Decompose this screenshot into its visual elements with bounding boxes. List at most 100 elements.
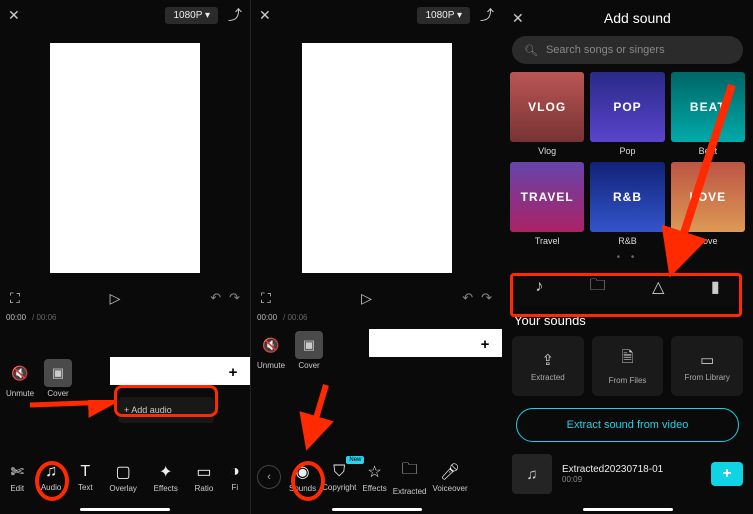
ratio-icon: ▭: [196, 462, 211, 482]
redo-icon[interactable]: ↷: [229, 290, 240, 306]
genre-tag: POP: [613, 100, 641, 114]
filter-icon: ◑: [230, 463, 240, 481]
export-icon[interactable]: ⤴: [480, 5, 494, 25]
add-clip-button[interactable]: +: [222, 361, 244, 383]
cover-button[interactable]: [44, 359, 72, 387]
toolbar-overlay[interactable]: ▢Overlay: [109, 462, 137, 493]
toolbar-extracted[interactable]: 🗀Extracted: [393, 458, 427, 496]
toolbar-extracted-label: Extracted: [393, 487, 427, 496]
search-placeholder: Search songs or singers: [546, 44, 665, 56]
text-icon: T: [80, 463, 90, 481]
source-extracted[interactable]: ⇪ Extracted: [512, 336, 584, 396]
unmute-label: Unmute: [6, 389, 34, 398]
blank-canvas: [50, 43, 200, 273]
flame-tab-icon[interactable]: △: [652, 277, 664, 297]
toolbar-copyright[interactable]: New⛉Copyright: [322, 463, 356, 492]
home-indicator: [80, 508, 170, 511]
redo-icon[interactable]: ↷: [481, 290, 492, 306]
resolution-button[interactable]: 1080P ▾: [417, 7, 470, 24]
genre-tag: VLOG: [528, 100, 566, 114]
timecode-total: / 00:06: [283, 313, 307, 322]
cover-label: Cover: [298, 361, 319, 370]
cover-button[interactable]: [295, 331, 323, 359]
toolbar-audio[interactable]: ♫Audio: [41, 463, 61, 492]
toolbar-ratio-label: Ratio: [195, 484, 214, 493]
fullscreen-icon[interactable]: ⛶: [261, 290, 271, 307]
sparkle-icon: ✦: [159, 462, 172, 482]
toolbar-voiceover-label: Voiceover: [433, 484, 468, 493]
genre-tag: R&B: [613, 190, 642, 204]
disc-icon: ◉: [296, 462, 310, 482]
toolbar-effects[interactable]: ☆ Effects: [362, 462, 386, 493]
tiktok-tab-icon[interactable]: ♪: [535, 278, 543, 296]
folder-tab-icon[interactable]: 🗀: [590, 274, 606, 301]
add-track-button[interactable]: +: [711, 462, 743, 486]
extract-sound-button[interactable]: Extract sound from video: [516, 408, 739, 442]
genre-card-beat[interactable]: BEATBeat: [671, 72, 745, 156]
toolbar-edit-label: Edit: [10, 484, 24, 493]
back-button[interactable]: ‹: [257, 465, 281, 489]
toolbar-ratio[interactable]: ▭ Ratio: [195, 462, 214, 493]
new-badge: New: [346, 456, 364, 464]
toolbar-audio-label: Audio: [41, 483, 61, 492]
genre-label: Beat: [699, 146, 718, 156]
source-from-library[interactable]: ▭From Library: [671, 336, 743, 396]
toolbar-text[interactable]: T Text: [78, 463, 93, 492]
genre-card-travel[interactable]: TRAVEL Travel: [510, 162, 584, 246]
toolbar-sounds[interactable]: ◉ Sounds: [289, 462, 316, 493]
genre-card-love[interactable]: LOVELove: [671, 162, 745, 246]
fullscreen-icon[interactable]: ⛶: [10, 290, 20, 307]
unmute-button[interactable]: [257, 331, 285, 359]
home-indicator: [332, 508, 422, 511]
preview-canvas: [251, 30, 502, 286]
toolbar-copyright-label: Copyright: [322, 483, 356, 492]
toolbar-sounds-label: Sounds: [289, 484, 316, 493]
shield-icon: ⛉: [333, 463, 345, 481]
star-icon: ☆: [367, 462, 381, 482]
toolbar-filter[interactable]: ◑Fi: [230, 463, 240, 492]
play-icon[interactable]: ▷: [361, 290, 372, 307]
genre-tag: TRAVEL: [521, 190, 574, 204]
toolbar-text-label: Text: [78, 483, 93, 492]
source-label: From Files: [609, 376, 647, 385]
source-label: Extracted: [531, 373, 565, 382]
genre-card-pop[interactable]: POPPop: [590, 72, 664, 156]
toolbar-effects-label: Effects: [362, 484, 386, 493]
bookmark-tab-icon[interactable]: ▮: [711, 277, 720, 297]
unmute-button[interactable]: [6, 359, 34, 387]
source-from-files[interactable]: 🗎 From Files: [592, 336, 664, 396]
extract-icon: ⇪: [542, 351, 555, 369]
genre-label: Vlog: [538, 146, 556, 156]
genre-card-vlog[interactable]: VLOG Vlog: [510, 72, 584, 156]
genre-tag: LOVE: [689, 190, 726, 204]
sound-tabs: ♪ 🗀 △ ▮: [512, 269, 743, 305]
genre-card-rnb[interactable]: R&BR&B: [590, 162, 664, 246]
track-duration: 00:09: [562, 475, 701, 484]
toolbar-edit[interactable]: ✄ Edit: [10, 462, 24, 493]
overlay-icon: ▢: [116, 462, 131, 482]
timecode-current: 00:00: [257, 313, 277, 322]
close-icon[interactable]: ✕: [259, 7, 271, 24]
undo-icon[interactable]: ↶: [462, 290, 473, 306]
add-audio-label: + Add audio: [124, 405, 172, 415]
search-input[interactable]: 🔍︎ Search songs or singers: [512, 36, 743, 64]
pagination-dots: • •: [502, 252, 753, 263]
add-clip-button[interactable]: +: [474, 333, 496, 355]
genre-label: Travel: [535, 236, 560, 246]
track-row[interactable]: ♫ Extracted20230718-01 00:09 +: [512, 454, 743, 494]
close-icon[interactable]: ✕: [8, 7, 20, 24]
scissors-icon: ✄: [11, 462, 24, 482]
timecode-total: / 00:06: [32, 313, 56, 322]
toolbar-voiceover[interactable]: 🎤︎Voiceover: [433, 462, 468, 493]
resolution-button[interactable]: 1080P ▾: [165, 7, 218, 24]
undo-icon[interactable]: ↶: [210, 290, 221, 306]
files-icon: 🗎: [621, 347, 633, 372]
search-icon: 🔍︎: [524, 44, 538, 57]
unmute-label: Unmute: [257, 361, 285, 370]
export-icon[interactable]: ⤴: [228, 5, 242, 25]
close-icon[interactable]: ✕: [512, 10, 524, 27]
add-audio-button[interactable]: + Add audio: [118, 397, 214, 423]
extract-button-label: Extract sound from video: [567, 419, 689, 431]
toolbar-effects[interactable]: ✦Effects: [154, 462, 178, 493]
play-icon[interactable]: ▷: [110, 290, 121, 307]
